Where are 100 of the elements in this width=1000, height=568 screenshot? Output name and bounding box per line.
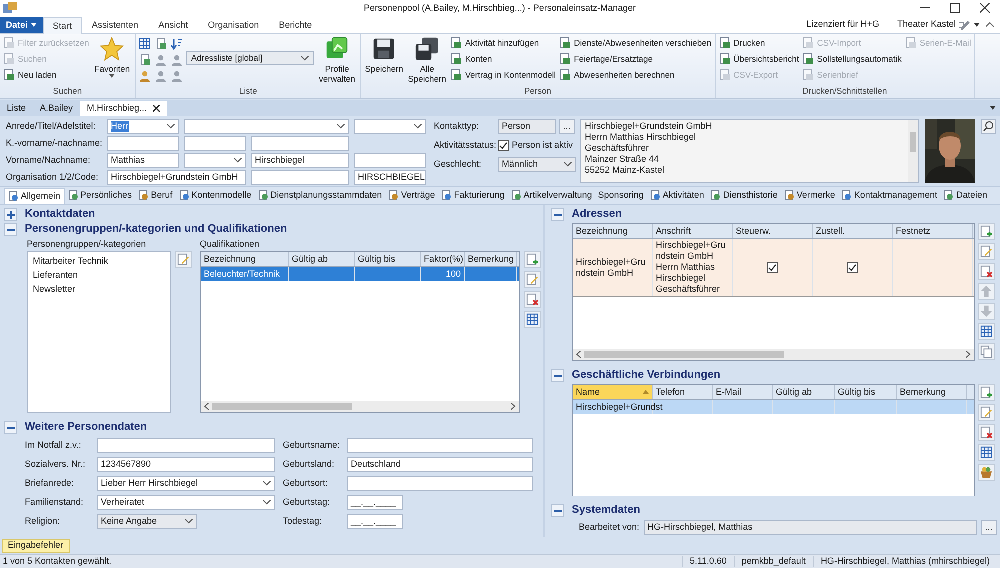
section-tab[interactable]: Kontaktmanagement [838, 188, 940, 203]
checkbox[interactable] [767, 262, 778, 273]
input-field[interactable] [347, 476, 533, 491]
section-tab[interactable]: Artikelverwaltung [508, 188, 596, 203]
ribbon-button[interactable]: Dienste/Abwesenheiten verschieben [559, 36, 712, 50]
section-tab[interactable]: Sponsoring [595, 188, 647, 203]
list-item[interactable]: Newsletter [33, 282, 165, 296]
ribbon-large-button[interactable]: Alle Speichern [407, 36, 448, 86]
document-icon[interactable] [139, 54, 152, 66]
collapse-button[interactable] [551, 369, 564, 382]
section-tab[interactable]: Kontenmodelle [176, 188, 255, 203]
input-field[interactable] [184, 136, 246, 151]
section-tab[interactable]: Diensthistorie [707, 188, 781, 203]
section-tab[interactable]: Fakturierung [438, 188, 508, 203]
ribbon-large-button[interactable]: Speichern [364, 36, 404, 86]
horizontal-scrollbar[interactable] [201, 401, 519, 412]
ribbon-tab[interactable]: Berichte [269, 17, 322, 33]
edit-button[interactable] [175, 251, 192, 268]
document-tab[interactable]: M.Hirschbieg... [80, 101, 168, 116]
person-icon[interactable] [155, 70, 168, 82]
person-icon[interactable] [139, 70, 152, 82]
section-tab[interactable]: Beruf [135, 188, 176, 203]
person-icon[interactable] [155, 54, 168, 66]
input-field[interactable]: Herr [107, 119, 179, 134]
arrow-right-icon[interactable] [511, 403, 516, 410]
input-field[interactable]: Matthias [107, 153, 179, 168]
sort-icon[interactable] [171, 38, 184, 50]
columns-button[interactable] [978, 323, 995, 340]
column-header[interactable]: Gültig bis [835, 385, 897, 399]
column-header[interactable]: Gültig ab [773, 385, 835, 399]
ribbon-tab[interactable]: Ansicht [148, 17, 198, 33]
section-tab[interactable]: Allgemein [4, 188, 65, 204]
user-menu-button[interactable]: Theater Kastel [897, 19, 980, 30]
section-tab[interactable]: Vermerke [780, 188, 838, 203]
arrow-left-icon[interactable] [576, 351, 581, 358]
collapse-button[interactable] [551, 504, 564, 517]
ribbon-button[interactable]: Sollstellungsautomatik [802, 52, 902, 66]
list-dropdown[interactable]: Adressliste [global] [186, 51, 314, 65]
input-field[interactable]: Hirschbiegel [251, 153, 349, 168]
ribbon-button[interactable]: Abwesenheiten berechnen [559, 68, 712, 82]
column-header[interactable]: Festnetz [893, 224, 973, 238]
input-field[interactable]: Lieber Herr Hirschbiegel [97, 476, 275, 491]
input-field[interactable] [97, 438, 275, 453]
column-header[interactable]: Bemerkung [897, 385, 967, 399]
input-field[interactable]: Keine Angabe [97, 514, 197, 529]
delete-button[interactable] [978, 424, 995, 441]
ribbon-button[interactable]: Vertrag in Kontenmodell [450, 68, 556, 82]
column-header[interactable]: E-Mail [713, 385, 773, 399]
gender-dropdown[interactable]: Männlich [498, 157, 576, 172]
vertical-scrollbar[interactable] [908, 120, 918, 182]
column-header[interactable]: Steuerw. [733, 224, 813, 238]
basket-button[interactable] [978, 464, 995, 481]
horizontal-scrollbar[interactable] [573, 349, 974, 360]
input-field[interactable] [354, 153, 426, 168]
arrow-right-icon[interactable] [966, 351, 971, 358]
zoom-button[interactable] [981, 119, 996, 134]
edit-button[interactable] [978, 404, 995, 421]
ribbon-button[interactable]: Aktivität hinzufügen [450, 36, 556, 50]
section-tab[interactable]: Dateien [940, 188, 991, 203]
document-tab[interactable]: A.Bailey [33, 101, 80, 116]
input-errors-button[interactable]: Eingabefehler [2, 538, 70, 552]
ribbon-button[interactable]: Feiertage/Ersatztage [559, 52, 712, 66]
delete-button[interactable] [978, 263, 995, 280]
table-row[interactable]: Hirschbiegel+Grundstein GmbH Hirschbiegel+Grundstein GmbH Herrn Matthias Hirschbiegel Geschäftsführer [573, 239, 974, 297]
file-menu-button[interactable]: Datei [0, 17, 44, 33]
input-field[interactable] [184, 119, 349, 134]
column-header[interactable]: Faktor(%) [421, 252, 465, 266]
close-icon[interactable] [153, 105, 160, 112]
column-header[interactable]: Bezeichnung [201, 252, 289, 266]
list-item[interactable]: Mitarbeiter Technik [33, 254, 165, 268]
browse-button[interactable]: ... [981, 520, 997, 535]
ribbon-button[interactable]: Drucken [718, 36, 800, 50]
input-field[interactable] [251, 136, 349, 151]
section-tab[interactable]: Aktivitäten [646, 188, 708, 203]
input-field[interactable] [251, 170, 349, 185]
ribbon-tab[interactable]: Start [43, 17, 82, 34]
section-tab[interactable]: Dienstplanungsstammdaten [254, 188, 386, 203]
person-icon[interactable] [171, 70, 184, 82]
input-field[interactable]: Verheiratet [97, 495, 275, 510]
input-field[interactable] [354, 119, 426, 134]
copy-button[interactable] [978, 343, 995, 360]
ribbon-button[interactable]: Neu laden [3, 68, 90, 82]
ribbon-tab[interactable]: Organisation [198, 17, 270, 33]
table-icon[interactable] [139, 38, 152, 50]
input-field[interactable]: __.__.____ [347, 495, 403, 510]
column-header[interactable]: Gültig bis [355, 252, 421, 266]
browse-button[interactable]: ... [559, 119, 575, 134]
input-field[interactable]: __.__.____ [347, 514, 403, 529]
columns-button[interactable] [978, 444, 995, 461]
column-header[interactable]: Bezeichnung [573, 224, 653, 238]
columns-button[interactable] [524, 311, 541, 328]
input-field[interactable] [107, 136, 179, 151]
input-field[interactable]: HIRSCHBIEGEL [354, 170, 426, 185]
ribbon-button[interactable]: Konten [450, 52, 556, 66]
add-button[interactable] [978, 223, 995, 240]
delete-button[interactable] [524, 291, 541, 308]
section-tab[interactable]: Persönliches [64, 188, 136, 203]
column-header[interactable]: Gültig ab [289, 252, 355, 266]
collapse-icon[interactable] [986, 22, 994, 27]
input-field[interactable] [184, 153, 246, 168]
